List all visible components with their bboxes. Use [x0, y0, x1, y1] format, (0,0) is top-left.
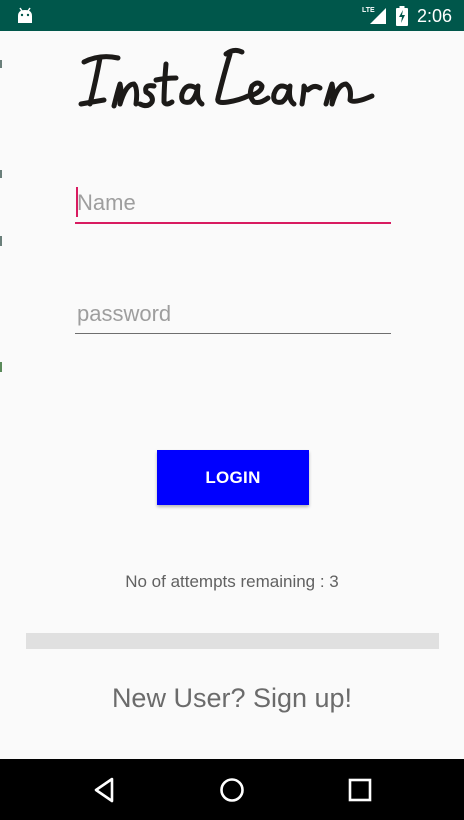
password-underline — [75, 333, 391, 334]
edge-mark — [0, 60, 2, 68]
name-input[interactable] — [75, 184, 391, 222]
lte-signal-icon: LTE — [362, 7, 386, 24]
app-logo — [78, 47, 375, 109]
attempts-remaining: No of attempts remaining : 3 — [0, 572, 464, 592]
edge-mark — [0, 236, 2, 246]
text-cursor — [76, 187, 78, 217]
progress-bar — [26, 633, 439, 649]
home-icon[interactable] — [215, 773, 249, 807]
name-underline — [75, 222, 391, 224]
password-field[interactable] — [75, 295, 391, 335]
login-screen: LTE 2:06 Name LOGIN No of attempts remai… — [0, 0, 464, 820]
login-button[interactable]: LOGIN — [157, 450, 309, 505]
back-icon[interactable] — [88, 773, 122, 807]
attempts-text: No of attempts remaining : 3 — [125, 572, 339, 591]
battery-charging-icon — [396, 6, 408, 26]
status-bar: LTE 2:06 — [0, 0, 464, 31]
network-label: LTE — [362, 7, 375, 14]
status-time: 2:06 — [417, 6, 453, 26]
recents-icon[interactable] — [343, 773, 377, 807]
name-field[interactable] — [75, 184, 391, 224]
password-input[interactable] — [75, 295, 391, 333]
signup-link[interactable]: New User? Sign up! — [0, 683, 464, 714]
edge-mark — [0, 170, 2, 178]
edge-mark — [0, 362, 2, 372]
android-icon — [18, 7, 32, 23]
navigation-bar — [0, 759, 464, 820]
